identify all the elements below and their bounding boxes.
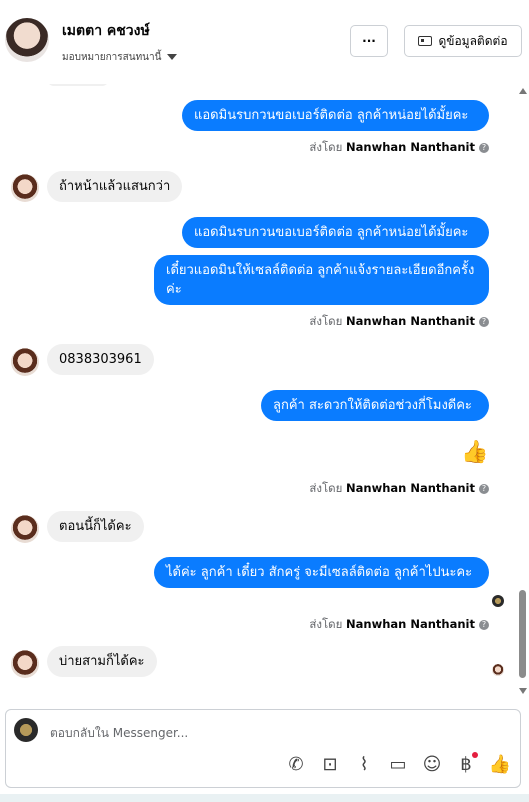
outgoing-message: เดี๋ยวแอดมินให้เซลล์ติดต่อ ลูกค้าแจ้งราย…	[154, 255, 489, 305]
emoji-icon[interactable]: ☺	[422, 754, 442, 775]
sender-avatar	[11, 515, 39, 543]
scrollbar-thumb[interactable]	[519, 590, 526, 678]
incoming-message: บ่ายสามก็ได้คะ	[47, 646, 157, 677]
assign-dropdown[interactable]: มอบหมายการสนทนานี้	[62, 50, 178, 65]
footer-strip	[0, 794, 529, 802]
sent-by-label: ส่งโดย Nanwhan Nanthanit?	[309, 480, 489, 498]
assign-label: มอบหมายการสนทนานี้	[62, 52, 162, 63]
scrollbar[interactable]	[516, 88, 529, 694]
baht-icon[interactable]: ฿	[456, 752, 478, 775]
message-list[interactable]: แอดมินรบกวนขอเบอร์ติดต่อ ลูกค้าหน่อยได้ม…	[0, 84, 515, 700]
outgoing-message: ได้ค่ะ ลูกค้า เดี๋ยว สักครู่ จะมีเซลล์ติ…	[154, 557, 489, 588]
composer[interactable]: ตอบกลับใน Messenger... ✆ ⊡ ⌇ ▭ ☺ ฿ 👍	[5, 709, 521, 788]
incoming-message: ตอนนี้ก็ได้คะ	[47, 511, 144, 542]
sent-by-label: ส่งโดย Nanwhan Nanthanit?	[309, 616, 489, 634]
notification-dot	[472, 752, 478, 758]
sent-by-label: ส่งโดย Nanwhan Nanthanit?	[309, 139, 489, 157]
contact-name[interactable]: เมตตา คชวงษ์	[62, 20, 150, 42]
composer-toolbar: ✆ ⊡ ⌇ ▭ ☺ ฿ 👍	[286, 752, 511, 775]
incoming-message: 0838303961	[47, 344, 154, 375]
outgoing-message: แอดมินรบกวนขอเบอร์ติดต่อ ลูกค้าหน่อยได้ม…	[182, 217, 489, 248]
bag-icon[interactable]: ⊡	[320, 754, 340, 775]
outgoing-message: แอดมินรบกวนขอเบอร์ติดต่อ ลูกค้าหน่อยได้ม…	[182, 100, 489, 131]
view-contact-info-label: ดูข้อมูลติดต่อ	[438, 33, 508, 48]
sender-avatar	[11, 650, 39, 678]
help-icon[interactable]: ?	[479, 142, 489, 153]
help-icon[interactable]: ?	[479, 316, 489, 327]
thumbs-up-icon: 👍	[461, 440, 489, 465]
sender-avatar	[11, 348, 39, 376]
help-icon[interactable]: ?	[479, 483, 489, 494]
contact-card-icon	[418, 36, 433, 46]
attachment-icon[interactable]: ⌇	[354, 754, 374, 775]
view-contact-info-button[interactable]: ดูข้อมูลติดต่อ	[404, 25, 522, 57]
more-options-button[interactable]: ···	[350, 25, 388, 57]
chat-icon[interactable]: ▭	[388, 754, 408, 775]
contact-avatar[interactable]	[5, 18, 49, 62]
scroll-down-arrow[interactable]	[519, 688, 527, 694]
incoming-message: ถ้าหน้าแล้วแสนกว่า	[47, 171, 183, 202]
caret-down-icon	[167, 54, 178, 60]
seen-avatar	[492, 664, 504, 676]
conversation-header: เมตตา คชวงษ์ มอบหมายการสนทนานี้ ··· ดูข้…	[0, 0, 529, 84]
outgoing-message: ลูกค้า สะดวกให้ติดต่อช่วงกี่โมงดีคะ	[261, 390, 489, 421]
seen-avatar	[492, 595, 504, 607]
scroll-up-arrow[interactable]	[519, 88, 527, 94]
ellipsis-icon: ···	[362, 34, 376, 48]
thumbs-up-send-icon[interactable]: 👍	[489, 754, 511, 775]
sender-avatar	[11, 174, 39, 202]
call-add-icon[interactable]: ✆	[286, 754, 306, 775]
help-icon[interactable]: ?	[479, 619, 489, 630]
partial-incoming-bubble	[47, 84, 109, 86]
reply-input[interactable]: ตอบกลับใน Messenger...	[50, 724, 188, 743]
page-avatar	[14, 718, 38, 742]
sent-by-label: ส่งโดย Nanwhan Nanthanit?	[309, 313, 489, 331]
